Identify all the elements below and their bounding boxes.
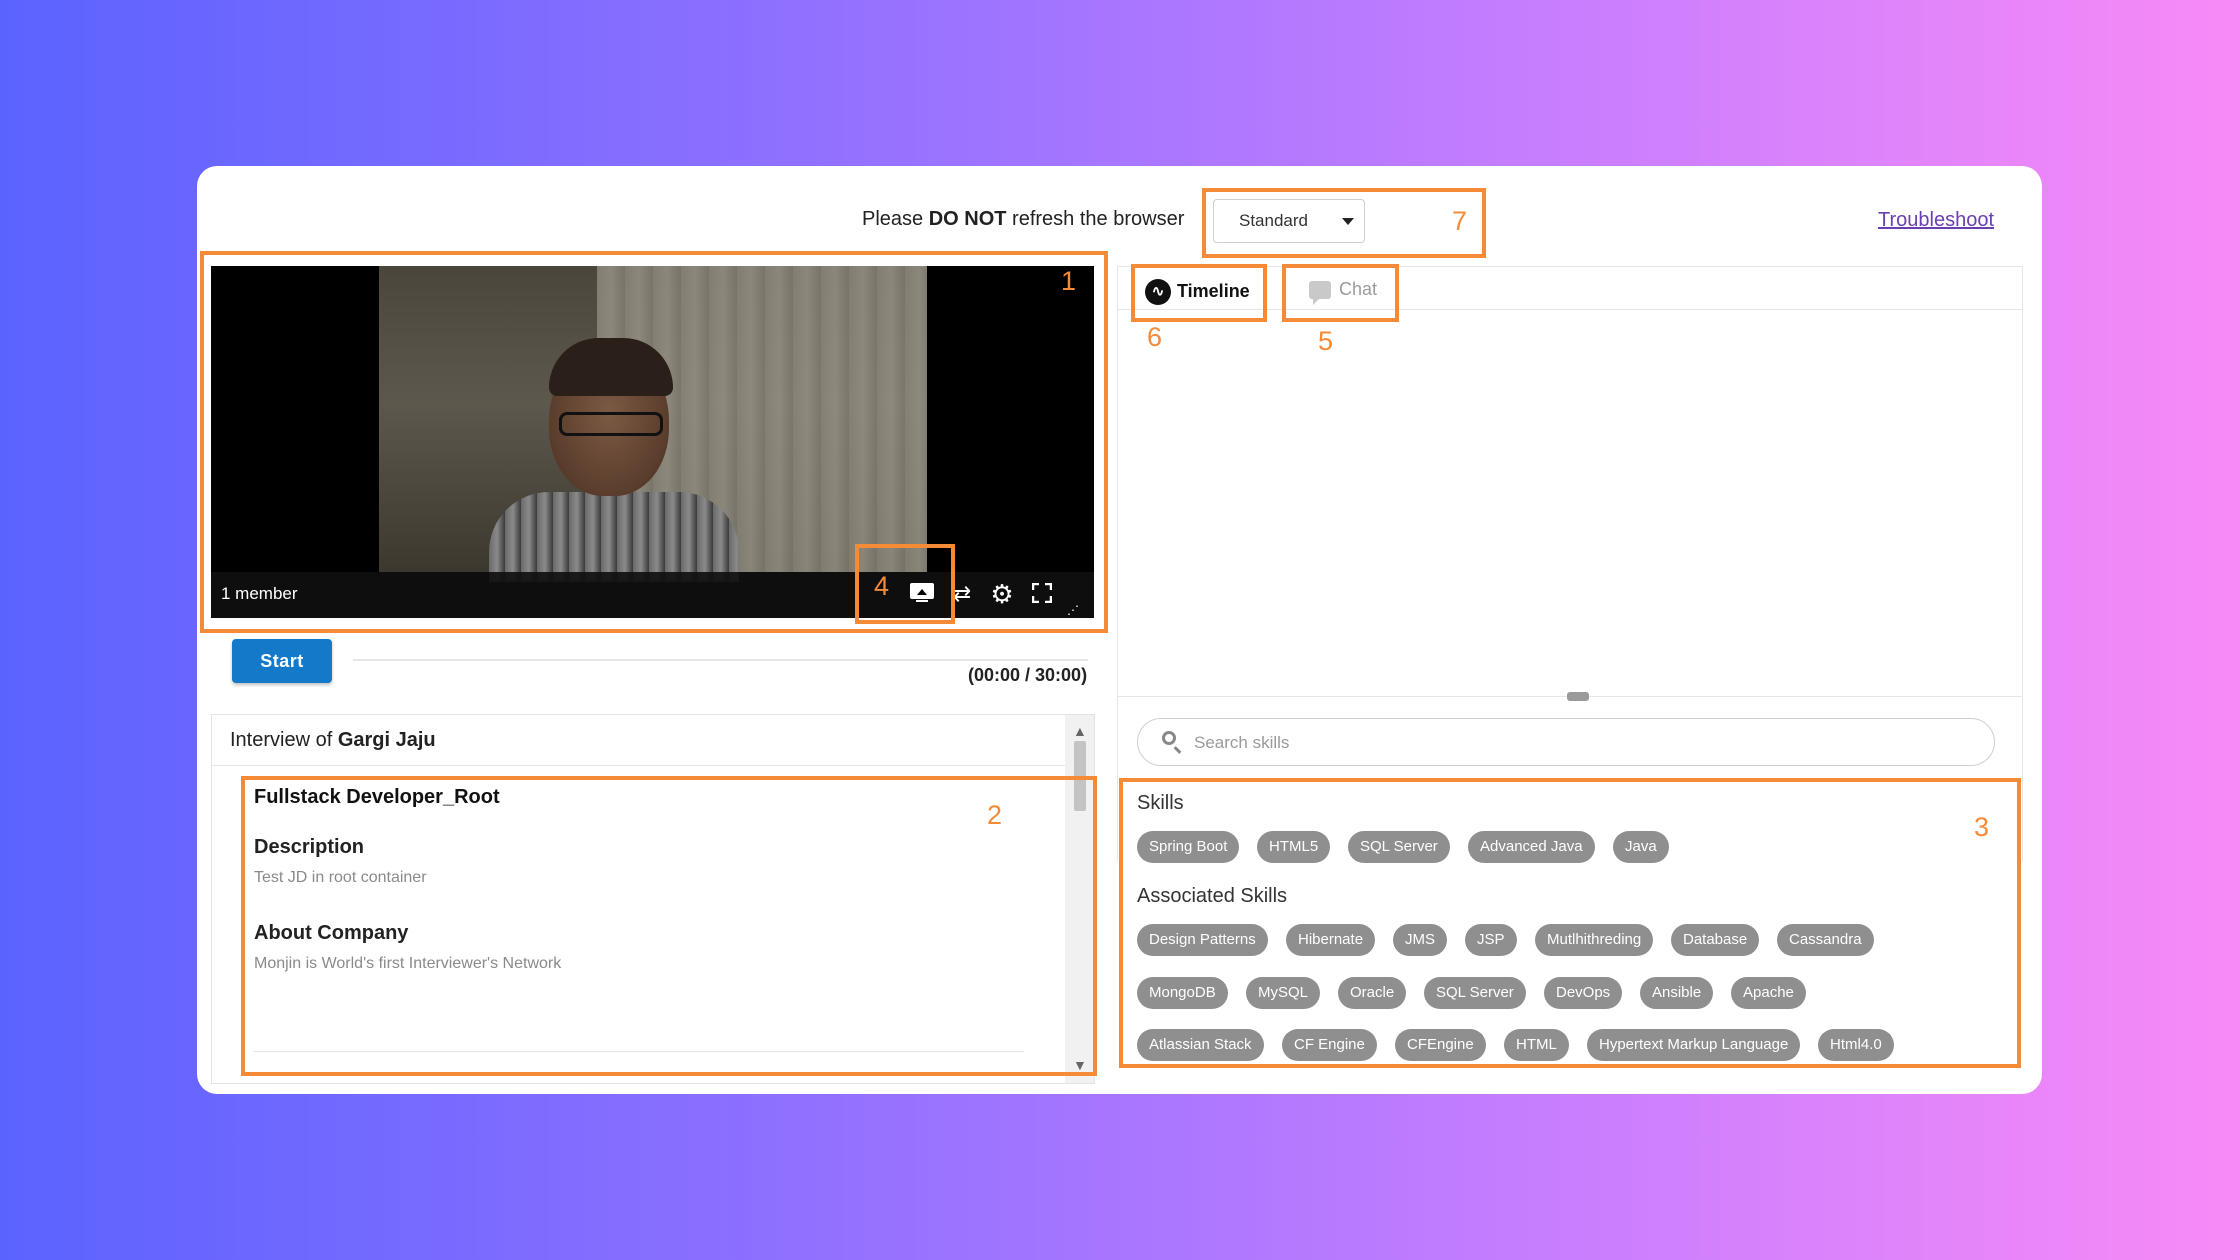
skill-chip[interactable]: Html4.0	[1818, 1029, 1894, 1061]
skill-chip[interactable]: Design Patterns	[1137, 924, 1268, 956]
annotation-label: 1	[1061, 266, 1077, 296]
skill-chip[interactable]: Spring Boot	[1137, 831, 1240, 863]
chevron-up-icon[interactable]: ▲	[1073, 723, 1087, 739]
skill-chip[interactable]: CF Engine	[1282, 1029, 1377, 1061]
search-input[interactable]	[1192, 728, 1976, 758]
skill-chip[interactable]: SQL Server	[1348, 831, 1450, 863]
troubleshoot-link[interactable]: Troubleshoot	[1878, 209, 1994, 232]
skill-chip[interactable]: HTML	[1504, 1029, 1569, 1061]
skill-chip[interactable]: Mutlhithreding	[1535, 924, 1654, 956]
skills-search[interactable]	[1137, 718, 1995, 766]
skill-chip[interactable]: Atlassian Stack	[1137, 1029, 1264, 1061]
start-button[interactable]: Start	[232, 639, 332, 683]
session-progress-bar	[353, 659, 1088, 661]
refresh-notice: Please DO NOT refresh the browser	[862, 208, 1185, 230]
skill-chip[interactable]: DevOps	[1544, 977, 1623, 1009]
skill-chip[interactable]: Ansible	[1640, 977, 1714, 1009]
annotation-label: 3	[1974, 812, 1990, 842]
interview-heading: Interview of Gargi Jaju	[230, 729, 436, 751]
annotation-box-video	[200, 251, 1108, 633]
resize-handle[interactable]	[1567, 692, 1589, 701]
skill-chip[interactable]: Database	[1671, 924, 1760, 956]
session-timer: (00:00 / 30:00)	[968, 665, 1088, 685]
skill-chip[interactable]: MySQL	[1246, 977, 1321, 1009]
annotation-label: 2	[987, 800, 1003, 830]
annotation-box-quality-select	[1202, 188, 1486, 258]
annotation-box-timeline-tab	[1131, 264, 1267, 322]
skill-chip[interactable]: CFEngine	[1395, 1029, 1486, 1061]
annotation-label: 4	[874, 571, 890, 601]
skill-chip[interactable]: HTML5	[1257, 831, 1331, 863]
skill-chip[interactable]: Hibernate	[1286, 924, 1376, 956]
annotation-box-skills	[1119, 778, 2021, 1068]
search-icon	[1162, 731, 1176, 745]
skill-chip[interactable]: Cassandra	[1777, 924, 1874, 956]
divider	[212, 765, 1072, 766]
skill-chip[interactable]: Hypertext Markup Language	[1587, 1029, 1801, 1061]
skill-chip[interactable]: SQL Server	[1424, 977, 1526, 1009]
annotation-label: 5	[1318, 326, 1334, 356]
annotation-box-chat-tab	[1282, 264, 1399, 322]
annotation-label: 7	[1452, 206, 1468, 236]
skill-chip[interactable]: Java	[1613, 831, 1669, 863]
skill-chip[interactable]: Apache	[1731, 977, 1806, 1009]
skill-chip[interactable]: JSP	[1465, 924, 1517, 956]
activity-panel	[1117, 266, 2023, 861]
skill-chip[interactable]: Oracle	[1338, 977, 1407, 1009]
annotation-box-screen-share	[855, 544, 955, 624]
skill-chip[interactable]: JMS	[1393, 924, 1447, 956]
skill-chip[interactable]: MongoDB	[1137, 977, 1228, 1009]
annotation-label: 6	[1147, 322, 1163, 352]
interview-window: Please DO NOT refresh the browser Standa…	[197, 166, 2042, 1094]
annotation-box-job-details	[241, 776, 1097, 1076]
skill-chip[interactable]: Advanced Java	[1468, 831, 1595, 863]
